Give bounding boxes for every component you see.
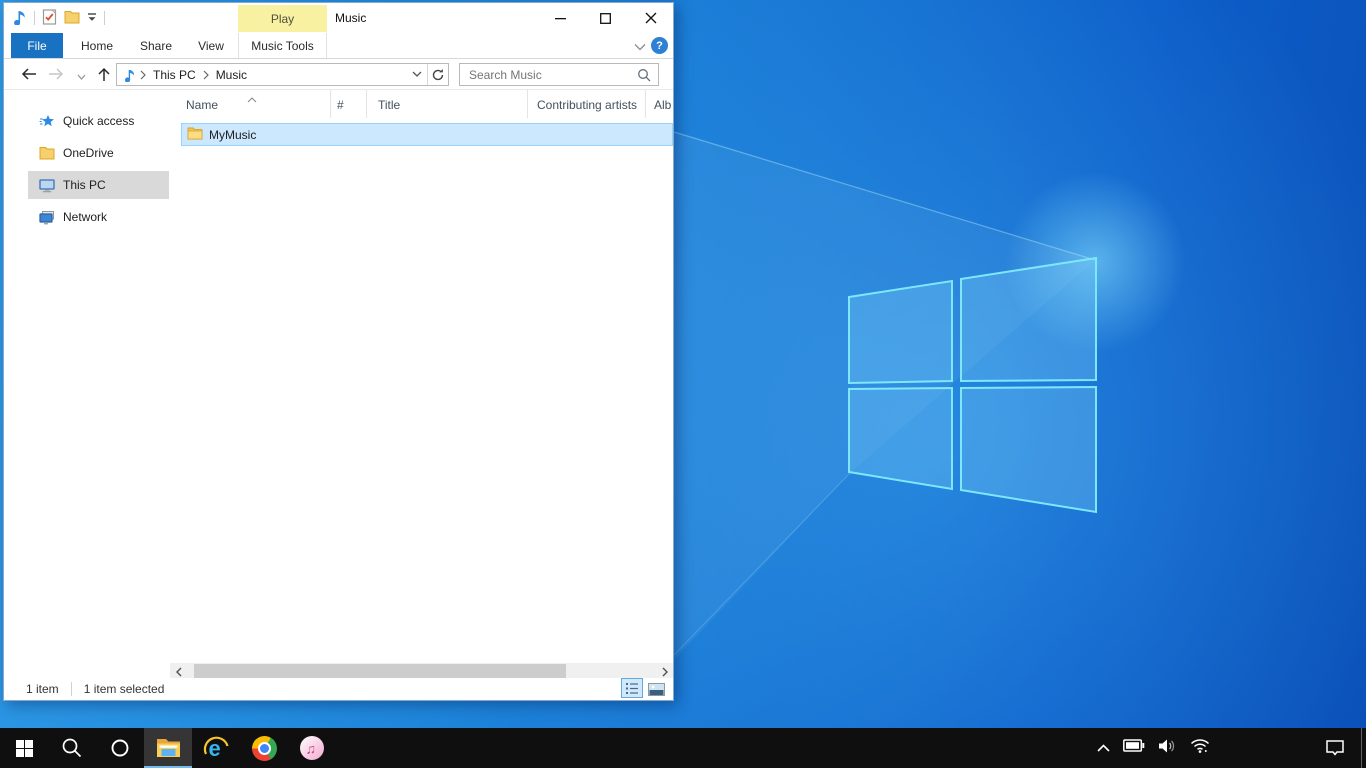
breadcrumb-this-pc[interactable]: This PC [150,68,199,82]
maximize-button[interactable] [583,3,628,33]
hidden-icons-chevron-icon[interactable] [1097,739,1110,757]
forward-button[interactable] [48,67,64,84]
show-desktop-button[interactable] [1361,728,1366,768]
internet-explorer-button[interactable]: e [192,728,240,768]
sidebar-item-label: Network [63,210,107,224]
item-count: 1 item [26,682,59,696]
titlebar[interactable]: Play Music [4,3,673,33]
battery-icon[interactable] [1123,739,1145,757]
selected-count: 1 item selected [84,682,165,696]
folder-location-music-icon [124,68,136,82]
expand-ribbon-chevron-icon[interactable] [634,40,646,54]
sidebar-item-onedrive[interactable]: OneDrive [28,139,169,167]
sidebar-item-network[interactable]: Network [28,203,169,231]
file-explorer-window: Play Music File Home Share View Music To… [3,2,674,701]
sidebar-item-label: OneDrive [63,146,114,160]
column-headers: Name # Title Contributing artists Alb [169,90,673,118]
address-dropdown-chevron-icon[interactable] [407,64,427,85]
column-label: # [337,98,344,112]
app-music-note-icon [13,9,27,28]
tab-view[interactable]: View [186,33,236,58]
column-label: Contributing artists [537,98,637,112]
ribbon-tabs: File Home Share View Music Tools ? [4,33,673,59]
search-icon[interactable] [637,68,651,82]
cortana-button[interactable] [96,728,144,768]
search-box[interactable] [459,63,659,86]
help-button[interactable]: ? [651,37,668,54]
address-breadcrumb-bar[interactable]: This PC Music [116,63,449,86]
onedrive-folder-icon [39,146,55,160]
column-header-title[interactable]: Title [367,90,528,118]
search-input[interactable] [460,68,637,82]
sidebar-item-this-pc[interactable]: This PC [28,171,169,199]
sort-ascending-icon [247,92,257,106]
scrollbar-thumb[interactable] [194,664,566,679]
navigation-pane: Quick access OneDrive This PC Network [4,90,169,660]
taskbar-search-button[interactable] [48,728,96,768]
taskbar: e ♫ [0,728,1366,768]
large-icons-view-button[interactable] [646,681,666,698]
up-button[interactable] [97,67,111,85]
chrome-icon [252,736,277,761]
screen: Play Music File Home Share View Music To… [0,0,1366,768]
breadcrumb-music[interactable]: Music [213,68,250,82]
sidebar-item-quick-access[interactable]: Quick access [28,107,169,135]
network-computers-icon [39,210,55,225]
column-label: Name [186,98,218,112]
chrome-button[interactable] [240,728,288,768]
qat-separator [104,11,105,25]
this-pc-monitor-icon [39,178,55,193]
file-name: MyMusic [209,128,256,142]
quick-access-star-icon [39,114,55,129]
status-divider [71,682,72,696]
tab-home[interactable]: Home [68,33,126,58]
column-label: Alb [654,98,671,112]
svg-text:♫: ♫ [306,741,317,757]
properties-icon[interactable] [42,9,57,28]
sidebar-item-label: Quick access [63,114,134,128]
tab-file[interactable]: File [11,33,63,58]
column-header-album[interactable]: Alb [646,90,673,118]
window-title: Music [335,11,366,25]
wifi-icon[interactable] [1190,738,1210,758]
minimize-button[interactable] [538,3,583,33]
back-button[interactable] [21,67,37,84]
system-tray [1097,728,1210,768]
column-header-contributing-artists[interactable]: Contributing artists [528,90,646,118]
file-list-view[interactable]: Name # Title Contributing artists Alb [169,90,673,659]
refresh-button[interactable] [428,64,448,85]
itunes-button[interactable]: ♫ [288,728,336,768]
column-header-name[interactable]: Name [169,90,331,118]
action-center-button[interactable] [1318,728,1352,768]
details-view-button[interactable] [621,678,643,698]
contextual-tab-group-header[interactable]: Play [238,5,327,32]
folder-icon [187,127,203,143]
taskbar-file-explorer-button[interactable] [144,728,192,768]
recent-locations-chevron-icon[interactable] [77,70,86,84]
breadcrumb-chevron-icon[interactable] [203,70,209,80]
tab-share[interactable]: Share [130,33,182,58]
close-button[interactable] [628,3,673,33]
qat-separator [34,11,35,25]
volume-icon[interactable] [1158,738,1177,759]
breadcrumb-chevron-icon[interactable] [140,70,146,80]
quick-access-toolbar [13,3,105,33]
qat-customize-dropdown-icon[interactable] [87,11,97,25]
column-header-number[interactable]: # [331,90,367,118]
svg-text:e: e [208,736,220,761]
column-label: Title [378,98,400,112]
status-bar: 1 item 1 item selected [4,678,673,700]
sidebar-item-label: This PC [63,178,106,192]
file-row-mymusic[interactable]: MyMusic [181,123,673,146]
address-bar-row: This PC Music [4,59,673,90]
new-folder-icon[interactable] [64,10,80,27]
tab-music-tools[interactable]: Music Tools [238,33,327,58]
start-button[interactable] [0,728,48,768]
